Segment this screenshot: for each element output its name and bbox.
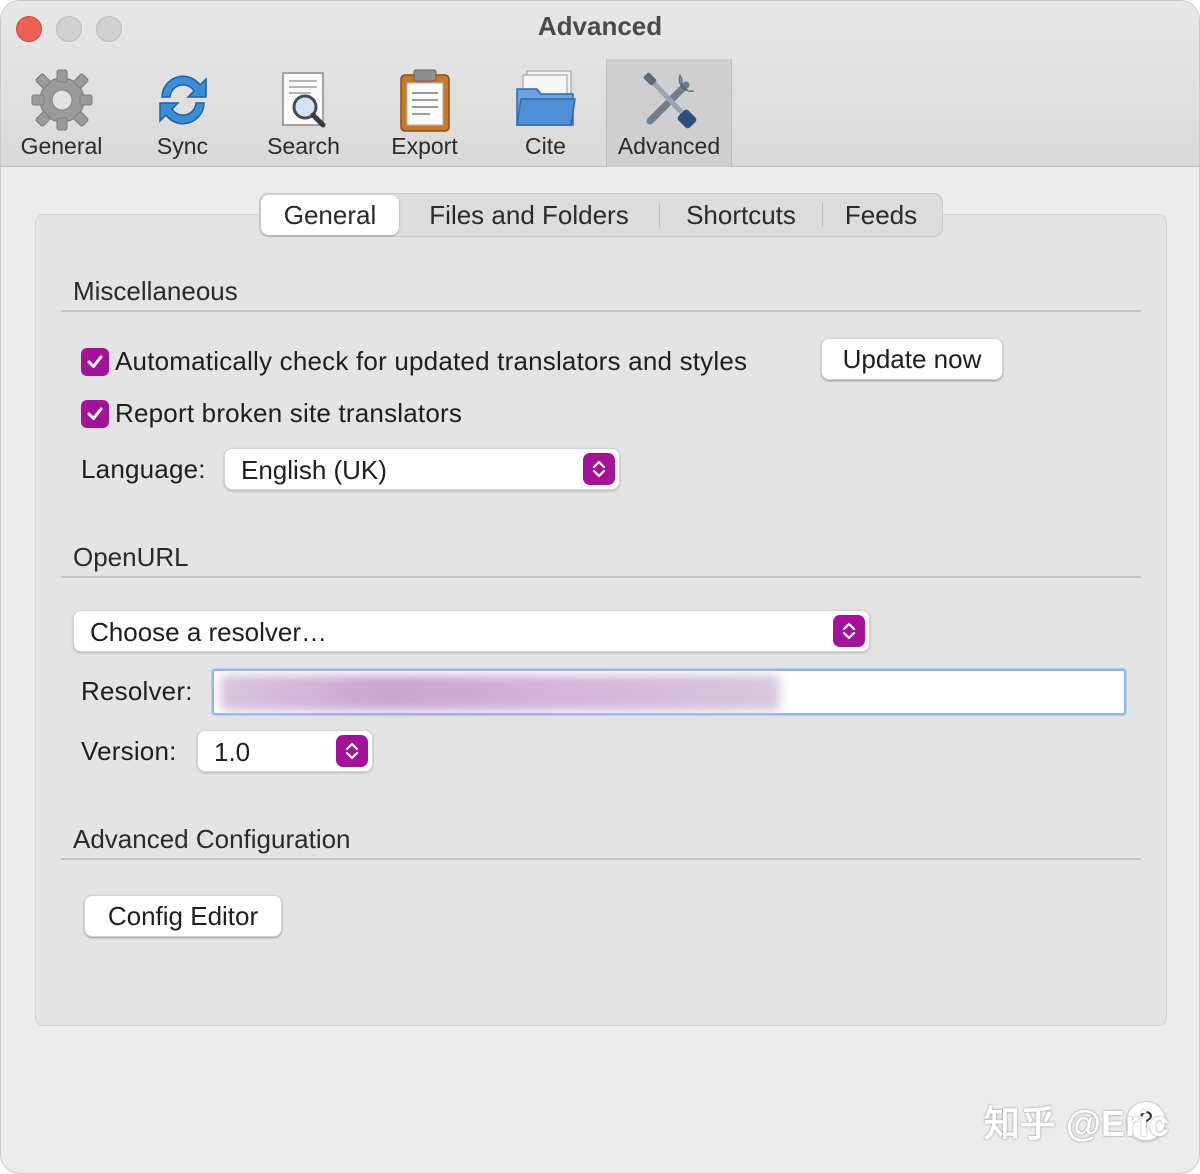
- subtab-bar: General Files and Folders Shortcuts Feed…: [259, 193, 943, 237]
- chevron-updown-icon: [833, 615, 865, 647]
- toolbar-item-search[interactable]: Search: [243, 59, 364, 167]
- toolbar-item-export[interactable]: Export: [364, 59, 485, 167]
- resolver-select-value: Choose a resolver…: [90, 617, 327, 647]
- search-icon: [281, 72, 325, 128]
- toolbar-label-sync: Sync: [156, 133, 209, 159]
- toolbar-label-cite: Cite: [525, 133, 566, 159]
- section-title-advanced-configuration: Advanced Configuration: [73, 824, 351, 854]
- language-label: Language:: [81, 454, 206, 484]
- resolver-url-input[interactable]: [212, 669, 1126, 715]
- toolbar-item-advanced[interactable]: Advanced: [606, 59, 732, 167]
- toolbar-label-search: Search: [267, 133, 340, 159]
- checkmark-icon: [87, 355, 103, 368]
- chevron-updown-icon: [583, 453, 615, 485]
- clipboard-icon: [399, 69, 450, 132]
- folder-icon: [515, 70, 576, 126]
- toolbar-item-sync[interactable]: Sync: [122, 59, 243, 167]
- tab-files-and-folders[interactable]: Files and Folders: [399, 195, 659, 235]
- report-broken-translators-label: Report broken site translators: [115, 398, 463, 428]
- update-now-button[interactable]: Update now: [821, 338, 1003, 380]
- version-select[interactable]: 1.0: [197, 730, 373, 772]
- version-select-value: 1.0: [214, 737, 251, 767]
- redacted-url: [220, 675, 780, 711]
- tools-icon: [643, 72, 697, 129]
- config-editor-button[interactable]: Config Editor: [84, 895, 282, 937]
- section-title-miscellaneous: Miscellaneous: [73, 276, 238, 306]
- section-divider: [61, 576, 1141, 578]
- tab-general[interactable]: General: [261, 195, 399, 235]
- title-bar: Advanced General Sync Search Export Cite…: [1, 1, 1199, 167]
- language-select-value: English (UK): [241, 455, 387, 485]
- section-divider: [61, 310, 1141, 312]
- checkmark-icon: [87, 407, 103, 420]
- resolver-label: Resolver:: [81, 676, 193, 706]
- sync-icon: [158, 75, 207, 125]
- preferences-window: Advanced General Sync Search Export Cite…: [0, 0, 1200, 1174]
- report-broken-translators-checkbox[interactable]: [81, 400, 109, 428]
- tab-shortcuts[interactable]: Shortcuts: [660, 195, 822, 235]
- toolbar-label-advanced: Advanced: [617, 133, 721, 159]
- language-select[interactable]: English (UK): [224, 448, 620, 490]
- auto-check-updates-label: Automatically check for updated translat…: [115, 346, 748, 376]
- window-title: Advanced: [537, 11, 663, 41]
- section-title-openurl: OpenURL: [73, 542, 189, 572]
- auto-check-updates-checkbox[interactable]: [81, 348, 109, 376]
- section-divider: [61, 858, 1141, 860]
- tab-feeds[interactable]: Feeds: [823, 195, 939, 235]
- watermark: 知乎 @Eric: [983, 1103, 1169, 1144]
- gear-icon: [31, 69, 92, 131]
- preferences-toolbar: General Sync Search Export Cite Advanced: [1, 59, 732, 167]
- chevron-updown-icon: [336, 735, 368, 767]
- toolbar-label-export: Export: [391, 133, 458, 159]
- toolbar-item-general[interactable]: General: [1, 59, 122, 167]
- version-label: Version:: [81, 736, 177, 766]
- toolbar-item-cite[interactable]: Cite: [485, 59, 606, 167]
- resolver-select[interactable]: Choose a resolver…: [73, 610, 870, 652]
- toolbar-label-general: General: [20, 133, 103, 159]
